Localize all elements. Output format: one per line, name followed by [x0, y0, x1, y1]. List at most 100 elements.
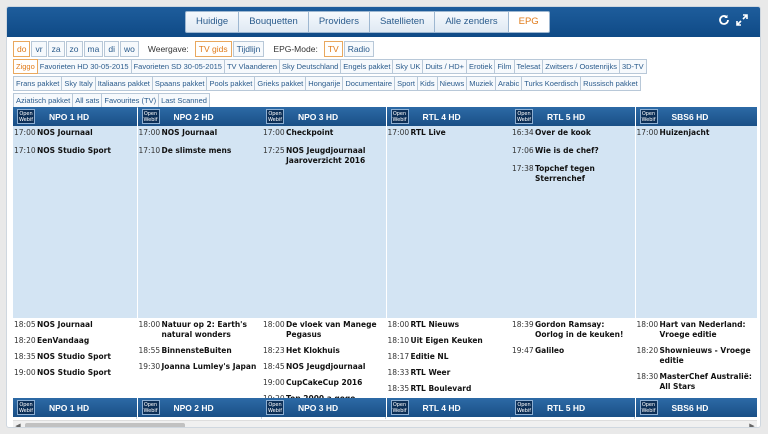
program-entry[interactable]: 18:00 Natuur op 2: Earth's natural wonder… — [138, 320, 262, 340]
bouquet-frans-pakket[interactable]: Frans pakket — [13, 76, 63, 91]
bouquet-turks-koerdisch[interactable]: Turks Koerdisch — [521, 76, 582, 91]
program-entry[interactable]: 19:00 CupCakeCup 2016 — [262, 378, 386, 388]
bouquet-hongarije[interactable]: Hongarije — [305, 76, 344, 91]
bouquet-favorieten-hd-30-05-2015[interactable]: Favorieten HD 30-05-2015 — [36, 59, 132, 74]
channel-name[interactable]: NPO 1 HD — [49, 112, 89, 122]
fullscreen-icon[interactable] — [736, 14, 748, 26]
bouquet-3d-tv[interactable]: 3D-TV — [618, 59, 647, 74]
weergave-tv-gids[interactable]: TV gids — [194, 41, 232, 57]
open-webif-button[interactable]: Open Webif — [515, 400, 533, 415]
day-button-di[interactable]: di — [104, 41, 119, 57]
program-entry[interactable]: 18:35 RTL Boulevard — [387, 384, 511, 394]
scroll-right-icon[interactable]: ▶ — [747, 421, 757, 427]
day-button-do[interactable]: do — [13, 41, 31, 57]
channel-name[interactable]: RTL 4 HD — [423, 403, 461, 413]
day-button-ma[interactable]: ma — [83, 41, 104, 57]
bouquet-sky-uk[interactable]: Sky UK — [392, 59, 424, 74]
open-webif-button[interactable]: Open Webif — [141, 109, 160, 124]
bouquet-last-scanned[interactable]: Last Scanned — [158, 93, 210, 108]
program-entry[interactable]: 16:34 Over de kook — [511, 128, 635, 138]
channel-name[interactable]: RTL 4 HD — [423, 112, 461, 122]
bouquet-film[interactable]: Film — [494, 59, 515, 74]
bouquet-ziggo[interactable]: Ziggo — [13, 59, 38, 74]
open-webif-button[interactable]: Open Webif — [141, 400, 160, 415]
program-entry[interactable]: 17:25 NOS Jeugdjournaal Jaaroverzicht 201… — [262, 146, 386, 166]
horizontal-scrollbar[interactable]: ◀ ▶ — [13, 420, 757, 427]
open-webif-button[interactable]: Open Webif — [390, 400, 409, 415]
bouquet-italiaans-pakket[interactable]: Italiaans pakket — [94, 76, 153, 91]
tab-alle-zenders[interactable]: Alle zenders — [435, 11, 509, 33]
bouquet-tv-vlaanderen[interactable]: TV Vlaanderen — [223, 59, 281, 74]
program-entry[interactable]: 18:35 NOS Studio Sport — [13, 352, 137, 362]
program-entry[interactable]: 17:10 De slimste mens — [138, 146, 262, 156]
program-entry[interactable]: 17:00 NOS Journaal — [13, 128, 137, 138]
program-entry[interactable]: 17:10 NOS Studio Sport — [13, 146, 137, 156]
channel-name[interactable]: NPO 3 HD — [298, 403, 338, 413]
open-webif-button[interactable]: Open Webif — [17, 109, 35, 124]
channel-name[interactable]: NPO 3 HD — [298, 112, 338, 122]
program-entry[interactable]: 17:00 NOS Journaal — [138, 128, 262, 138]
tab-epg[interactable]: EPG — [508, 11, 550, 33]
bouquet-favorieten-sd-30-05-2015[interactable]: Favorieten SD 30-05-2015 — [130, 59, 225, 74]
program-entry[interactable]: 18:55 BinnensteBuiten — [138, 346, 262, 356]
program-entry[interactable]: 18:05 NOS Journaal — [13, 320, 137, 330]
program-entry[interactable]: 19:00 NOS Studio Sport — [13, 368, 137, 378]
channel-name[interactable]: NPO 2 HD — [174, 403, 214, 413]
scroll-left-icon[interactable]: ◀ — [13, 421, 23, 427]
channel-name[interactable]: NPO 2 HD — [174, 112, 214, 122]
program-entry[interactable]: 18:17 Editie NL — [387, 352, 511, 362]
epg-mode-radio[interactable]: Radio — [343, 41, 374, 57]
bouquet-spaans-pakket[interactable]: Spaans pakket — [151, 76, 208, 91]
channel-name[interactable]: SBS6 HD — [672, 403, 709, 413]
open-webif-button[interactable]: Open Webif — [639, 400, 658, 415]
day-button-vr[interactable]: vr — [31, 41, 47, 57]
bouquet-sky-deutschland[interactable]: Sky Deutschland — [279, 59, 342, 74]
bouquet-all-sats[interactable]: All sats — [72, 93, 103, 108]
bouquet-favourites-tv[interactable]: Favourites (TV) — [101, 93, 160, 108]
channel-name[interactable]: RTL 5 HD — [547, 112, 585, 122]
program-entry[interactable]: 18:20 Shownieuws - Vroege editie — [636, 346, 758, 366]
open-webif-button[interactable]: Open Webif — [515, 109, 533, 124]
program-entry[interactable]: 18:30 MasterChef Australië: All Stars — [636, 372, 758, 392]
weergave-tijdlijn[interactable]: Tijdlijn — [232, 41, 265, 57]
program-entry[interactable]: 18:33 RTL Weer — [387, 368, 511, 378]
bouquet-erotiek[interactable]: Erotiek — [466, 59, 496, 74]
tab-satellieten[interactable]: Satellieten — [369, 11, 436, 33]
program-entry[interactable]: 18:39 Gordon Ramsay: Oorlog in de keuken! — [511, 320, 635, 340]
channel-name[interactable]: SBS6 HD — [672, 112, 709, 122]
bouquet-sport[interactable]: Sport — [394, 76, 419, 91]
bouquet-muziek[interactable]: Muziek — [466, 76, 496, 91]
bouquet-grieks-pakket[interactable]: Grieks pakket — [254, 76, 307, 91]
channel-name[interactable]: RTL 5 HD — [547, 403, 585, 413]
program-entry[interactable]: 18:00 De vloek van Manege Pegasus — [262, 320, 386, 340]
bouquet-documentaire[interactable]: Documentaire — [342, 76, 396, 91]
bouquet-arabic[interactable]: Arabic — [494, 76, 523, 91]
program-entry[interactable]: 18:00 Hart van Nederland: Vroege editie — [636, 320, 758, 340]
program-entry[interactable]: 17:38 Topchef tegen Sterrenchef — [511, 164, 635, 184]
bouquet-telesat[interactable]: Telesat — [513, 59, 544, 74]
day-button-za[interactable]: za — [47, 41, 65, 57]
bouquet-duits-hd[interactable]: Duits / HD+ — [422, 59, 467, 74]
open-webif-button[interactable]: Open Webif — [639, 109, 658, 124]
program-entry[interactable]: 18:20 EenVandaag — [13, 336, 137, 346]
day-button-zo[interactable]: zo — [65, 41, 83, 57]
open-webif-button[interactable]: Open Webif — [266, 109, 284, 124]
program-entry[interactable]: 18:00 RTL Nieuws — [387, 320, 511, 330]
channel-name[interactable]: NPO 1 HD — [49, 403, 89, 413]
program-entry[interactable]: 17:00 Huizenjacht — [636, 128, 758, 138]
tab-providers[interactable]: Providers — [308, 11, 370, 33]
open-webif-button[interactable]: Open Webif — [266, 400, 284, 415]
program-entry[interactable]: 17:06 Wie is de chef? — [511, 146, 635, 156]
bouquet-sky-italy[interactable]: Sky Italy — [61, 76, 96, 91]
scrollbar-thumb[interactable] — [25, 423, 185, 427]
bouquet-aziatisch-pakket[interactable]: Aziatisch pakket — [13, 93, 74, 108]
bouquet-kids[interactable]: Kids — [417, 76, 438, 91]
program-entry[interactable]: 19:47 Galileo — [511, 346, 635, 356]
program-entry[interactable]: 17:00 RTL Live — [387, 128, 511, 138]
tab-huidige[interactable]: Huidige — [185, 11, 240, 33]
bouquet-nieuws[interactable]: Nieuws — [436, 76, 468, 91]
tab-bouquetten[interactable]: Bouquetten — [239, 11, 309, 33]
bouquet-zwitsers-oostenrijks[interactable]: Zwitsers / Oostenrijks — [542, 59, 620, 74]
program-entry[interactable]: 18:45 NOS Jeugdjournaal — [262, 362, 386, 372]
bouquet-pools-pakket[interactable]: Pools pakket — [206, 76, 256, 91]
